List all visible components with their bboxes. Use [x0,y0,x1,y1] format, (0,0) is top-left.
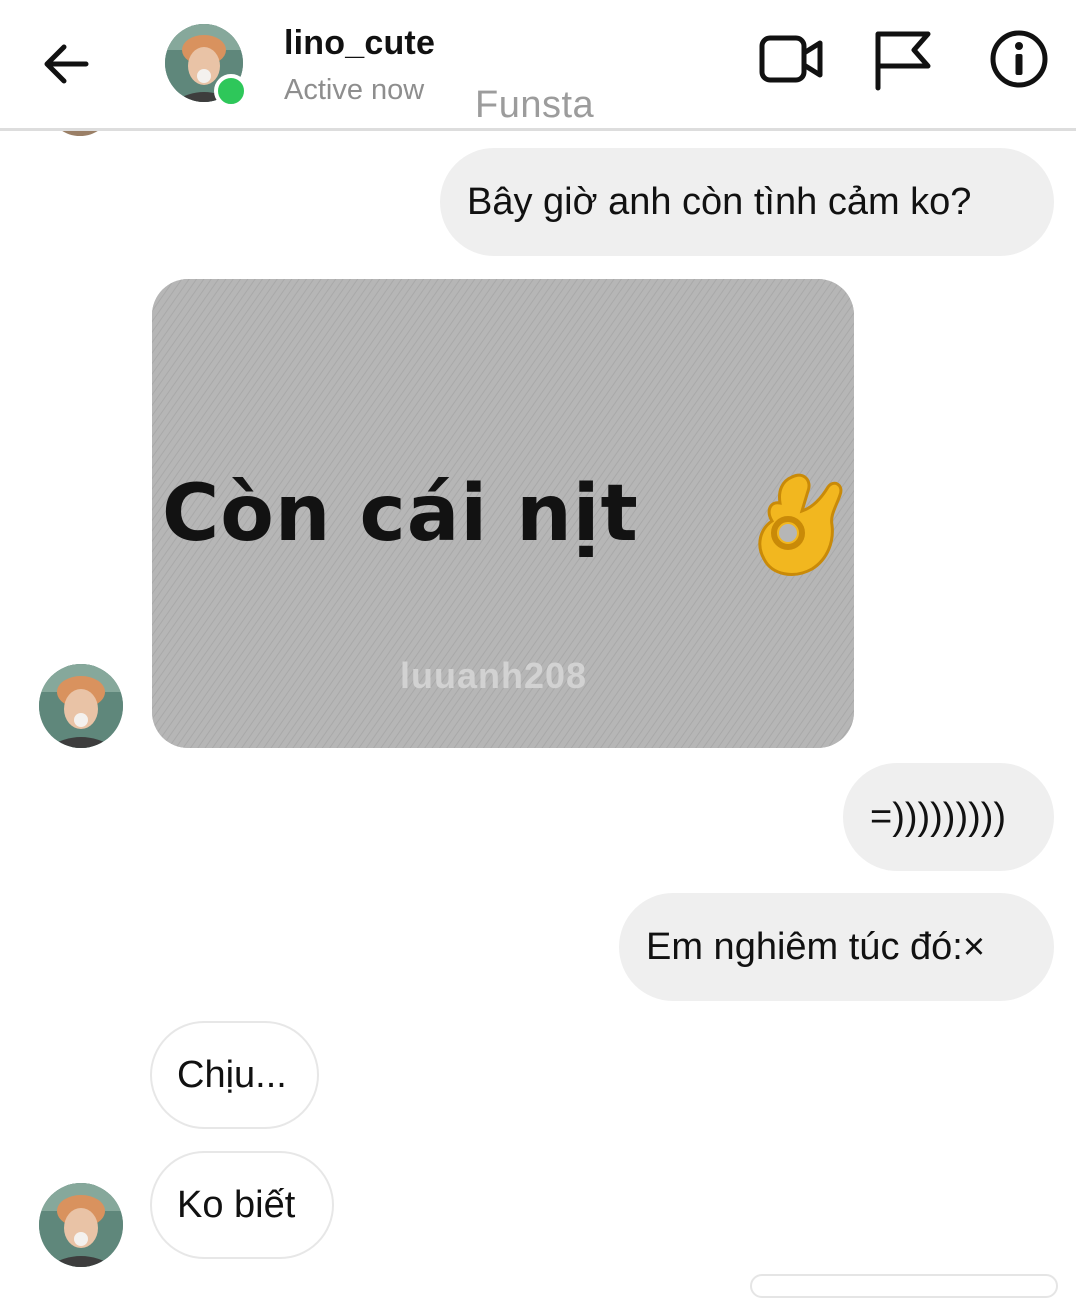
back-button[interactable] [36,34,96,94]
incoming-message[interactable]: Ko biết [150,1151,334,1259]
active-status: Active now [284,74,425,106]
info-icon [990,30,1048,88]
message-text: Ko biết [177,1184,296,1226]
online-indicator [214,74,248,108]
report-button[interactable] [870,26,936,92]
outgoing-message[interactable]: Em nghiêm túc đó:× [619,893,1054,1001]
incoming-message[interactable]: Chịu... [150,1021,319,1129]
flag-icon [875,31,931,91]
sender-avatar[interactable] [39,1183,123,1267]
video-call-button[interactable] [758,26,824,92]
account-label: Funsta [475,84,595,126]
contact-username[interactable]: lino_cute [284,24,435,63]
message-text: Chịu... [177,1054,287,1096]
message-text: Bây giờ anh còn tình cảm ko? [467,181,972,223]
chat-header: lino_cute Active now Funsta [0,0,1076,131]
back-arrow-icon [44,44,89,84]
info-button[interactable] [986,26,1052,92]
sticker-message[interactable]: Còn cái nịt luuanh208 [152,279,854,748]
sender-avatar[interactable] [39,664,123,748]
sticker-watermark: luuanh208 [400,655,588,696]
sticker-caption: Còn cái nịt [162,469,639,559]
outgoing-message[interactable]: Bây giờ anh còn tình cảm ko? [440,148,1054,256]
outgoing-message[interactable]: =))))))))) [843,763,1054,871]
ok-hand-icon [758,473,843,576]
message-text: Em nghiêm túc đó:× [646,926,986,968]
message-text: =))))))))) [870,796,1007,838]
partial-message [750,1274,1058,1298]
video-camera-icon [759,35,823,83]
